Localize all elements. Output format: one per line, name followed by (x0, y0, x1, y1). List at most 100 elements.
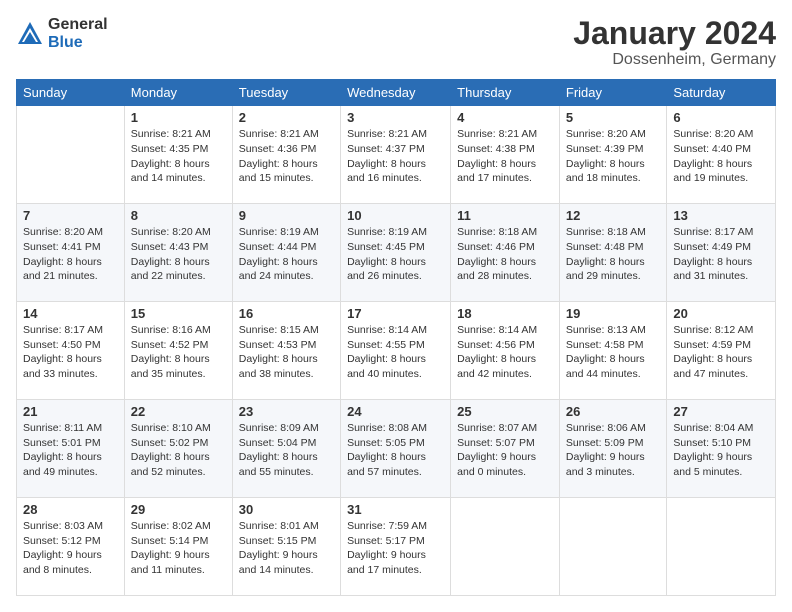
calendar-cell: 6 Sunrise: 8:20 AMSunset: 4:40 PMDaylight… (667, 106, 776, 204)
col-thursday: Thursday (451, 80, 560, 106)
day-info: Sunrise: 8:20 AMSunset: 4:43 PMDaylight:… (131, 225, 226, 284)
title-block: January 2024 Dossenheim, Germany (573, 16, 776, 69)
day-info: Sunrise: 8:21 AMSunset: 4:38 PMDaylight:… (457, 127, 553, 186)
calendar-cell: 20 Sunrise: 8:12 AMSunset: 4:59 PMDayligh… (667, 302, 776, 400)
day-number: 8 (131, 208, 226, 223)
calendar-cell: 5Sunrise: 8:20 AMSunset: 4:39 PMDaylight… (559, 106, 667, 204)
header-row: Sunday Monday Tuesday Wednesday Thursday… (17, 80, 776, 106)
day-info: Sunrise: 8:20 AMSunset: 4:40 PMDaylight:… (673, 127, 769, 186)
day-number: 22 (131, 404, 226, 419)
day-number: 31 (347, 502, 444, 517)
calendar-cell: 21 Sunrise: 8:11 AMSunset: 5:01 PMDayligh… (17, 400, 125, 498)
day-number: 23 (239, 404, 334, 419)
day-number: 1 (131, 110, 226, 125)
day-info: Sunrise: 8:20 AMSunset: 4:41 PMDaylight:… (23, 225, 118, 284)
day-number: 16 (239, 306, 334, 321)
calendar-cell: 27 Sunrise: 8:04 AMSunset: 5:10 PMDayligh… (667, 400, 776, 498)
day-number: 29 (131, 502, 226, 517)
calendar-table: Sunday Monday Tuesday Wednesday Thursday… (16, 79, 776, 596)
day-number: 20 (673, 306, 769, 321)
day-info: Sunrise: 8:07 AMSunset: 5:07 PMDaylight:… (457, 421, 553, 480)
day-info: Sunrise: 8:17 AMSunset: 4:49 PMDaylight:… (673, 225, 769, 284)
day-number: 10 (347, 208, 444, 223)
day-number: 4 (457, 110, 553, 125)
week-row-1: 1 Sunrise: 8:21 AMSunset: 4:35 PMDaylight… (17, 106, 776, 204)
calendar-cell (559, 498, 667, 596)
page: General Blue January 2024 Dossenheim, Ge… (0, 0, 792, 612)
day-number: 26 (566, 404, 661, 419)
calendar-cell (17, 106, 125, 204)
calendar-cell: 14Sunrise: 8:17 AMSunset: 4:50 PMDayligh… (17, 302, 125, 400)
day-number: 15 (131, 306, 226, 321)
day-info: Sunrise: 8:17 AMSunset: 4:50 PMDaylight:… (23, 323, 118, 382)
day-info: Sunrise: 8:12 AMSunset: 4:59 PMDaylight:… (673, 323, 769, 382)
day-number: 13 (673, 208, 769, 223)
day-number: 21 (23, 404, 118, 419)
day-info: Sunrise: 8:10 AMSunset: 5:02 PMDaylight:… (131, 421, 226, 480)
col-sunday: Sunday (17, 80, 125, 106)
day-info: Sunrise: 8:18 AMSunset: 4:48 PMDaylight:… (566, 225, 661, 284)
logo-text: General Blue (48, 16, 108, 51)
day-number: 24 (347, 404, 444, 419)
day-info: Sunrise: 8:21 AMSunset: 4:35 PMDaylight:… (131, 127, 226, 186)
week-row-4: 21 Sunrise: 8:11 AMSunset: 5:01 PMDayligh… (17, 400, 776, 498)
calendar-cell: 11 Sunrise: 8:18 AMSunset: 4:46 PMDayligh… (451, 204, 560, 302)
day-number: 12 (566, 208, 661, 223)
day-number: 9 (239, 208, 334, 223)
calendar-cell: 16Sunrise: 8:15 AMSunset: 4:53 PMDayligh… (232, 302, 340, 400)
day-number: 28 (23, 502, 118, 517)
day-info: Sunrise: 8:21 AMSunset: 4:37 PMDaylight:… (347, 127, 444, 186)
calendar-cell: 9 Sunrise: 8:19 AMSunset: 4:44 PMDaylight… (232, 204, 340, 302)
day-info: Sunrise: 8:19 AMSunset: 4:44 PMDaylight:… (239, 225, 334, 284)
calendar-cell: 30Sunrise: 8:01 AMSunset: 5:15 PMDayligh… (232, 498, 340, 596)
calendar-cell: 22 Sunrise: 8:10 AMSunset: 5:02 PMDayligh… (124, 400, 232, 498)
calendar-cell: 7 Sunrise: 8:20 AMSunset: 4:41 PMDaylight… (17, 204, 125, 302)
col-monday: Monday (124, 80, 232, 106)
day-info: Sunrise: 7:59 AMSunset: 5:17 PMDaylight:… (347, 519, 444, 578)
calendar-cell: 8 Sunrise: 8:20 AMSunset: 4:43 PMDaylight… (124, 204, 232, 302)
header: General Blue January 2024 Dossenheim, Ge… (16, 16, 776, 69)
calendar-cell: 17 Sunrise: 8:14 AMSunset: 4:55 PMDayligh… (341, 302, 451, 400)
day-info: Sunrise: 8:18 AMSunset: 4:46 PMDaylight:… (457, 225, 553, 284)
day-info: Sunrise: 8:02 AMSunset: 5:14 PMDaylight:… (131, 519, 226, 578)
day-number: 25 (457, 404, 553, 419)
day-number: 2 (239, 110, 334, 125)
day-info: Sunrise: 8:19 AMSunset: 4:45 PMDaylight:… (347, 225, 444, 284)
day-number: 3 (347, 110, 444, 125)
day-number: 19 (566, 306, 661, 321)
day-number: 11 (457, 208, 553, 223)
day-number: 7 (23, 208, 118, 223)
calendar-cell: 28 Sunrise: 8:03 AMSunset: 5:12 PMDayligh… (17, 498, 125, 596)
logo: General Blue (16, 16, 108, 51)
col-wednesday: Wednesday (341, 80, 451, 106)
day-number: 5 (566, 110, 661, 125)
col-friday: Friday (559, 80, 667, 106)
day-info: Sunrise: 8:09 AMSunset: 5:04 PMDaylight:… (239, 421, 334, 480)
calendar-cell: 23 Sunrise: 8:09 AMSunset: 5:04 PMDayligh… (232, 400, 340, 498)
logo-general: General (48, 16, 108, 34)
location: Dossenheim, Germany (573, 51, 776, 69)
day-info: Sunrise: 8:11 AMSunset: 5:01 PMDaylight:… (23, 421, 118, 480)
day-info: Sunrise: 8:03 AMSunset: 5:12 PMDaylight:… (23, 519, 118, 578)
day-number: 6 (673, 110, 769, 125)
calendar-cell: 4 Sunrise: 8:21 AMSunset: 4:38 PMDaylight… (451, 106, 560, 204)
logo-icon (16, 20, 44, 48)
calendar-cell: 31 Sunrise: 7:59 AMSunset: 5:17 PMDayligh… (341, 498, 451, 596)
calendar-cell: 25 Sunrise: 8:07 AMSunset: 5:07 PMDayligh… (451, 400, 560, 498)
calendar-cell: 10 Sunrise: 8:19 AMSunset: 4:45 PMDayligh… (341, 204, 451, 302)
calendar-cell: 1 Sunrise: 8:21 AMSunset: 4:35 PMDaylight… (124, 106, 232, 204)
day-number: 27 (673, 404, 769, 419)
calendar-cell: 26Sunrise: 8:06 AMSunset: 5:09 PMDayligh… (559, 400, 667, 498)
calendar-cell: 3 Sunrise: 8:21 AMSunset: 4:37 PMDaylight… (341, 106, 451, 204)
day-info: Sunrise: 8:14 AMSunset: 4:56 PMDaylight:… (457, 323, 553, 382)
day-number: 17 (347, 306, 444, 321)
day-number: 30 (239, 502, 334, 517)
calendar-cell (451, 498, 560, 596)
calendar-cell (667, 498, 776, 596)
calendar-cell: 13 Sunrise: 8:17 AMSunset: 4:49 PMDayligh… (667, 204, 776, 302)
day-info: Sunrise: 8:21 AMSunset: 4:36 PMDaylight:… (239, 127, 334, 186)
day-info: Sunrise: 8:14 AMSunset: 4:55 PMDaylight:… (347, 323, 444, 382)
day-info: Sunrise: 8:04 AMSunset: 5:10 PMDaylight:… (673, 421, 769, 480)
calendar-cell: 18Sunrise: 8:14 AMSunset: 4:56 PMDayligh… (451, 302, 560, 400)
calendar-cell: 24Sunrise: 8:08 AMSunset: 5:05 PMDayligh… (341, 400, 451, 498)
